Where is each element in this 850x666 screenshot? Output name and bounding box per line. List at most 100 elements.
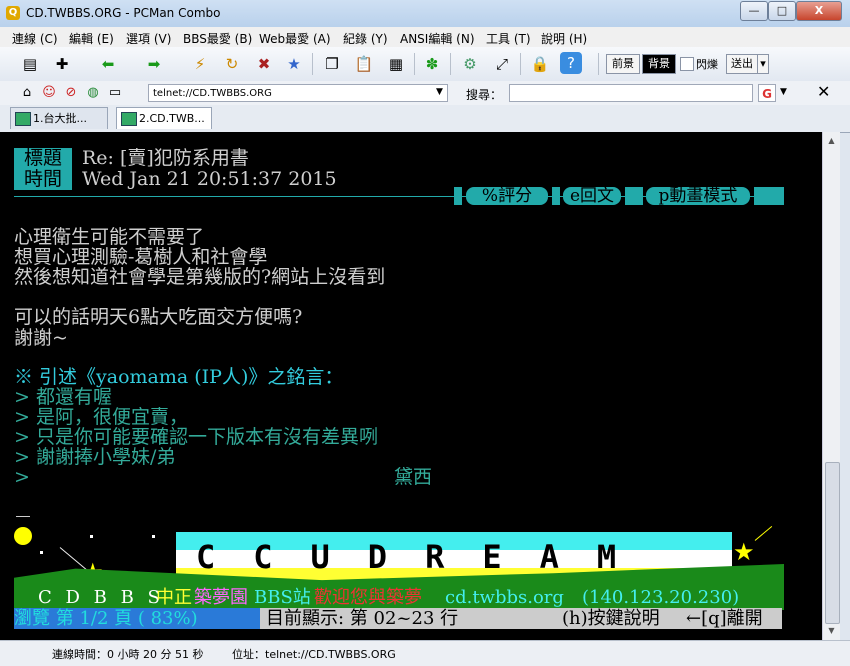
tab-label: 2.CD.TWB... bbox=[139, 112, 205, 125]
foreground-color-button[interactable]: 前景 bbox=[606, 54, 640, 74]
address-input[interactable]: telnet://CD.TWBBS.ORG bbox=[148, 84, 448, 102]
maximize-button[interactable]: □ bbox=[768, 1, 796, 21]
current-address: 位址：telnet://CD.TWBBS.ORG bbox=[232, 648, 396, 661]
time-label: 時間 bbox=[14, 169, 72, 190]
host-ip: (140.123.20.230) bbox=[582, 587, 740, 608]
home-icon[interactable]: ⌂ bbox=[18, 84, 36, 102]
reconnect-icon[interactable]: ↻ bbox=[220, 52, 244, 76]
forward-icon[interactable]: ➡ bbox=[142, 52, 166, 76]
body-line: 心理衛生可能不需要了 bbox=[14, 226, 205, 248]
animation-mode-action[interactable]: p動畫模式 bbox=[646, 187, 750, 205]
quote-line: > 都還有喔 bbox=[14, 386, 112, 408]
quote-line: > 是阿，很便宜賣， bbox=[14, 406, 188, 428]
terminal-screen[interactable]: 標題 Re: [賣]犯防系用書 時間 Wed Jan 21 20:51:37 2… bbox=[0, 132, 822, 640]
menu-ansi-edit[interactable]: ANSI編輯 (N) bbox=[400, 30, 475, 47]
browse-status: 瀏覽 第 1/2 頁 ( 83%) bbox=[14, 608, 198, 629]
tab-connection-1[interactable]: 1.台大批... bbox=[10, 107, 108, 129]
terminal-icon[interactable]: ▭ bbox=[106, 84, 124, 102]
send-dropdown-arrow[interactable]: ▾ bbox=[757, 54, 769, 74]
paste-icon[interactable]: 📋 bbox=[352, 52, 376, 76]
station-name-b: 築夢園 bbox=[194, 587, 248, 608]
reply-action[interactable]: e回文 bbox=[563, 187, 621, 205]
background-color-button[interactable]: 背景 bbox=[642, 54, 676, 74]
scroll-up-arrow[interactable]: ▲ bbox=[825, 134, 838, 147]
menu-edit[interactable]: 編輯 (E) bbox=[69, 30, 114, 47]
article-title: Re: [賣]犯防系用書 bbox=[82, 147, 249, 169]
star-dot bbox=[90, 535, 93, 538]
help-icon[interactable]: ? bbox=[560, 52, 582, 74]
back-icon[interactable]: ⬅ bbox=[96, 52, 120, 76]
help-key-hint[interactable]: (h)按鍵說明 bbox=[562, 608, 660, 629]
new-connection-icon[interactable]: ✚ bbox=[50, 52, 74, 76]
emoticons-icon[interactable]: ✽ bbox=[420, 52, 444, 76]
shooting-star-trail bbox=[754, 525, 773, 541]
search-label: 搜尋： bbox=[466, 88, 503, 102]
leave-key-hint[interactable]: ←[q]離開 bbox=[686, 608, 763, 629]
moon-icon bbox=[14, 527, 32, 545]
signature-name: 黛西 bbox=[394, 466, 433, 488]
title-label: 標題 bbox=[14, 148, 72, 169]
terminal-tab-icon bbox=[121, 112, 137, 126]
close-button[interactable]: X bbox=[796, 1, 842, 21]
close-tab-icon[interactable]: ✖ bbox=[252, 52, 276, 76]
quote-line: > 謝謝捧小學妹/弟 bbox=[14, 446, 176, 468]
google-search-icon[interactable]: G bbox=[758, 84, 776, 102]
scroll-thumb[interactable] bbox=[825, 462, 840, 624]
menu-options[interactable]: 選項 (V) bbox=[126, 30, 171, 47]
disconnect-icon[interactable]: ⚡ bbox=[188, 52, 212, 76]
menu-help[interactable]: 說明 (H) bbox=[541, 30, 587, 47]
showing-lines: 目前顯示: 第 02~23 行 bbox=[266, 608, 459, 629]
connection-time: 連線時間：0 小時 20 分 51 秒 bbox=[52, 648, 204, 661]
copy-icon[interactable]: ❐ bbox=[320, 52, 344, 76]
address-bar: ⌂ ☺ ⊘ ◍ ▭ telnet://CD.TWBBS.ORG ▼ 搜尋： G … bbox=[0, 81, 850, 106]
address-dropdown-arrow[interactable]: ▼ bbox=[436, 87, 443, 97]
rate-action[interactable]: %評分 bbox=[466, 187, 548, 205]
action-bar-block bbox=[754, 187, 784, 205]
menu-connection[interactable]: 連線 (C) bbox=[12, 30, 58, 47]
action-bar-block bbox=[552, 187, 560, 205]
toolbar-separator bbox=[450, 53, 451, 75]
body-line: 然後想知道社會學是第幾版的?網站上沒看到 bbox=[14, 266, 386, 288]
star-dot bbox=[40, 551, 43, 554]
send-button[interactable]: 送出 bbox=[726, 54, 758, 74]
signature-dash bbox=[16, 516, 30, 517]
window-title: CD.TWBBS.ORG - PCMan Combo bbox=[26, 6, 221, 20]
article-time: Wed Jan 21 20:51:37 2015 bbox=[82, 168, 337, 190]
search-dropdown-arrow[interactable]: ▼ bbox=[780, 87, 787, 97]
menu-tools[interactable]: 工具 (T) bbox=[486, 30, 531, 47]
block-icon[interactable]: ⊘ bbox=[62, 84, 80, 102]
toolbar: ▤ ✚ ⬅ ➡ ⚡ ↻ ✖ ★ ❐ 📋 ▦ ✽ ⚙ ⤢ 🔒 ? 前景 背景 閃爍… bbox=[0, 47, 850, 82]
blink-label: 閃爍 bbox=[696, 58, 718, 71]
settings-gear-icon[interactable]: ⚙ bbox=[458, 52, 482, 76]
lock-icon[interactable]: 🔒 bbox=[528, 52, 552, 76]
close-search-icon[interactable]: ✕ bbox=[817, 82, 830, 101]
quote-header: ※ 引述《yaomama (IP人)》之銘言： bbox=[14, 366, 344, 388]
search-input[interactable] bbox=[509, 84, 753, 102]
ansi-icon[interactable]: ☺ bbox=[40, 84, 58, 102]
address-book-icon[interactable]: ▤ bbox=[18, 52, 42, 76]
status-bar: 連線時間：0 小時 20 分 51 秒 位址：telnet://CD.TWBBS… bbox=[0, 640, 850, 666]
globe-icon[interactable]: ◍ bbox=[84, 84, 102, 102]
vertical-scrollbar[interactable]: ▲ ▼ bbox=[822, 132, 840, 640]
tab-connection-2[interactable]: 2.CD.TWB... bbox=[116, 107, 212, 129]
toolbar-separator bbox=[414, 53, 415, 75]
body-line: 謝謝~ bbox=[14, 327, 68, 349]
menu-log[interactable]: 紀錄 (Y) bbox=[343, 30, 388, 47]
body-line: 想買心理測驗-葛樹人和社會學 bbox=[14, 246, 268, 268]
copy-with-color-icon[interactable]: ▦ bbox=[384, 52, 408, 76]
scroll-down-arrow[interactable]: ▼ bbox=[825, 624, 838, 637]
fullscreen-icon[interactable]: ⤢ bbox=[490, 52, 514, 76]
blink-checkbox[interactable] bbox=[680, 57, 694, 71]
action-bar-block bbox=[454, 187, 462, 205]
site-name: C D B B S bbox=[38, 587, 164, 608]
station-name-a: 中正 bbox=[156, 587, 192, 608]
station-name-c: BBS站 bbox=[254, 587, 311, 608]
add-favorite-icon[interactable]: ★ bbox=[282, 52, 306, 76]
body-line: 可以的話明天6點大吃面交方便嗎? bbox=[14, 306, 303, 328]
menu-web-favorites[interactable]: Web最愛 (A) bbox=[259, 30, 331, 47]
minimize-button[interactable]: — bbox=[740, 1, 768, 21]
menu-bar: 連線 (C) 編輯 (E) 選項 (V) BBS最愛 (B) Web最愛 (A)… bbox=[0, 27, 850, 48]
menu-bbs-favorites[interactable]: BBS最愛 (B) bbox=[183, 30, 252, 47]
motto: 歡迎您與築夢 bbox=[314, 587, 422, 608]
tab-bar: 1.台大批... 2.CD.TWB... bbox=[0, 105, 850, 133]
